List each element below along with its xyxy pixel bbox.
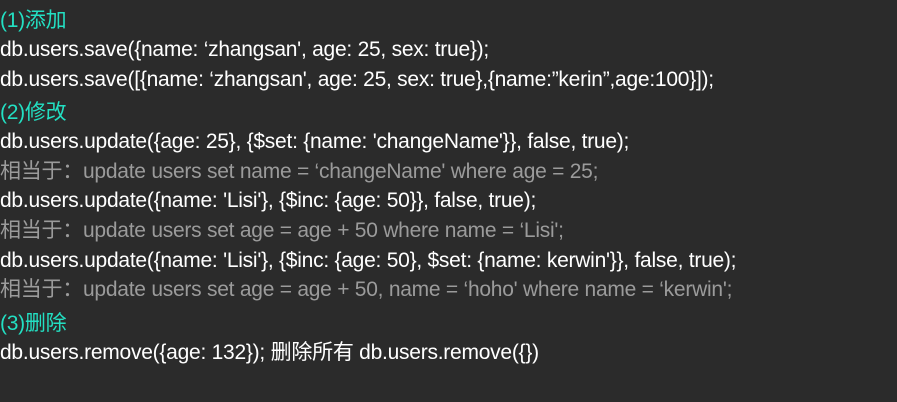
code-line: db.users.update({name: 'Lisi'}, {$inc: {… [0,248,737,272]
document: (1)添加 db.users.save({name: ‘zhangsan', a… [0,0,897,402]
section-remove: (3)删除 db.users.remove({age: 132}); 删除所有 … [0,309,897,368]
comment-line: 相当于：update users set name = ‘changeName'… [0,159,599,183]
code-line: db.users.remove({age: 132}); 删除所有 db.use… [0,340,539,364]
section-heading-add: (1)添加 [0,9,67,32]
code-line: db.users.save([{name: ‘zhangsan', age: 2… [0,67,714,91]
code-line: db.users.update({name: 'Lisi'}, {$inc: {… [0,189,537,213]
code-line: db.users.update({age: 25}, {$set: {name:… [0,130,630,154]
code-line: db.users.save({name: ‘zhangsan', age: 25… [0,38,489,61]
section-add: (1)添加 db.users.save({name: ‘zhangsan', a… [0,6,897,94]
section-heading-update: (2)修改 [0,101,67,125]
comment-line: 相当于：update users set age = age + 50, nam… [0,278,733,302]
section-update: (2)修改 db.users.update({age: 25}, {$set: … [0,98,897,305]
comment-line: 相当于：update users set age = age + 50 wher… [0,218,564,242]
section-heading-remove: (3)删除 [0,311,67,335]
